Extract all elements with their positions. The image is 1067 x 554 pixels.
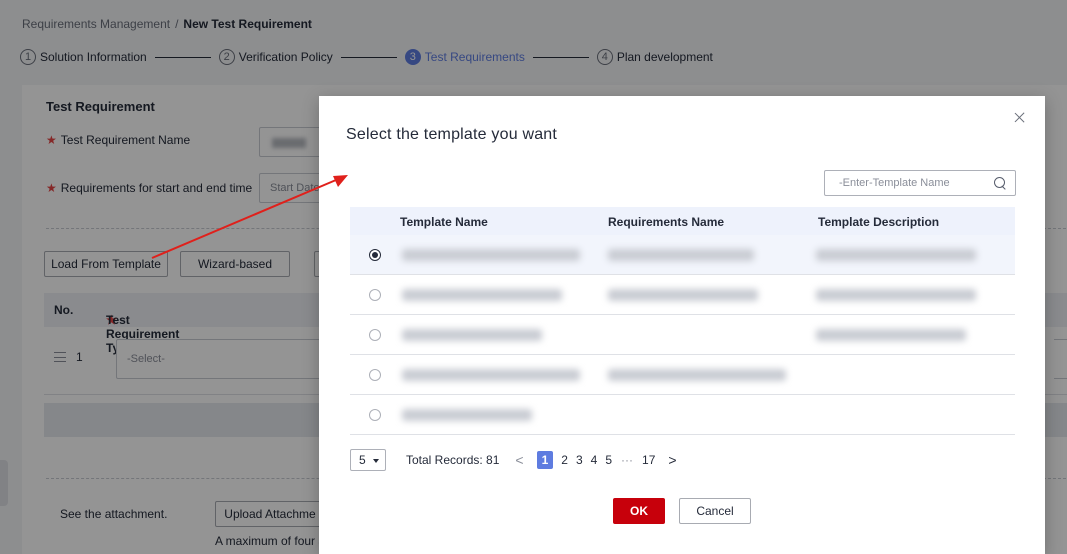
- prev-page-button[interactable]: <: [515, 452, 523, 468]
- template-name-cell: [402, 409, 532, 421]
- dialog-title: Select the template you want: [346, 126, 558, 143]
- search-icon[interactable]: [993, 176, 1007, 190]
- col-template-description: Template Description: [818, 215, 940, 229]
- radio-icon[interactable]: [369, 289, 381, 301]
- template-name-cell: [402, 249, 580, 261]
- page-last[interactable]: 17: [642, 453, 655, 467]
- page-5[interactable]: 5: [605, 453, 612, 467]
- table-row[interactable]: [350, 235, 1015, 275]
- template-search: [824, 170, 1016, 196]
- template-name-cell: [402, 289, 562, 301]
- page-3[interactable]: 3: [576, 453, 583, 467]
- page-size-value: 5: [359, 453, 366, 467]
- table-row[interactable]: [350, 395, 1015, 435]
- template-name-cell: [402, 369, 580, 381]
- template-table-header: Template Name Requirements Name Template…: [350, 207, 1015, 235]
- table-row[interactable]: [350, 275, 1015, 315]
- page-2[interactable]: 2: [561, 453, 568, 467]
- chevron-down-icon: [373, 459, 379, 463]
- template-search-input[interactable]: [825, 171, 985, 195]
- pagination: 5 Total Records: 81 < 1 2 3 4 5 ··· 17 >: [350, 448, 686, 472]
- radio-icon[interactable]: [369, 369, 381, 381]
- template-table: Template Name Requirements Name Template…: [350, 207, 1015, 435]
- template-description-cell: [816, 329, 966, 341]
- page-ellipsis[interactable]: ···: [621, 453, 633, 467]
- next-page-button[interactable]: >: [668, 452, 676, 468]
- requirements-name-cell: [608, 289, 758, 301]
- radio-icon[interactable]: [369, 329, 381, 341]
- table-row[interactable]: [350, 355, 1015, 395]
- close-icon[interactable]: [1012, 110, 1028, 126]
- requirements-name-cell: [608, 369, 786, 381]
- page-size-select[interactable]: 5: [350, 449, 386, 471]
- template-description-cell: [816, 249, 976, 261]
- col-template-name: Template Name: [400, 215, 488, 229]
- ok-button[interactable]: OK: [613, 498, 665, 524]
- radio-icon[interactable]: [369, 249, 381, 261]
- col-requirements-name: Requirements Name: [608, 215, 725, 229]
- template-name-cell: [402, 329, 542, 341]
- page-1[interactable]: 1: [536, 451, 554, 469]
- radio-icon[interactable]: [369, 409, 381, 421]
- requirements-name-cell: [608, 249, 754, 261]
- table-row[interactable]: [350, 315, 1015, 355]
- total-records: Total Records: 81: [406, 453, 500, 467]
- cancel-button[interactable]: Cancel: [679, 498, 751, 524]
- template-select-dialog: Select the template you want Template Na…: [319, 96, 1045, 554]
- template-description-cell: [816, 289, 976, 301]
- page-4[interactable]: 4: [591, 453, 598, 467]
